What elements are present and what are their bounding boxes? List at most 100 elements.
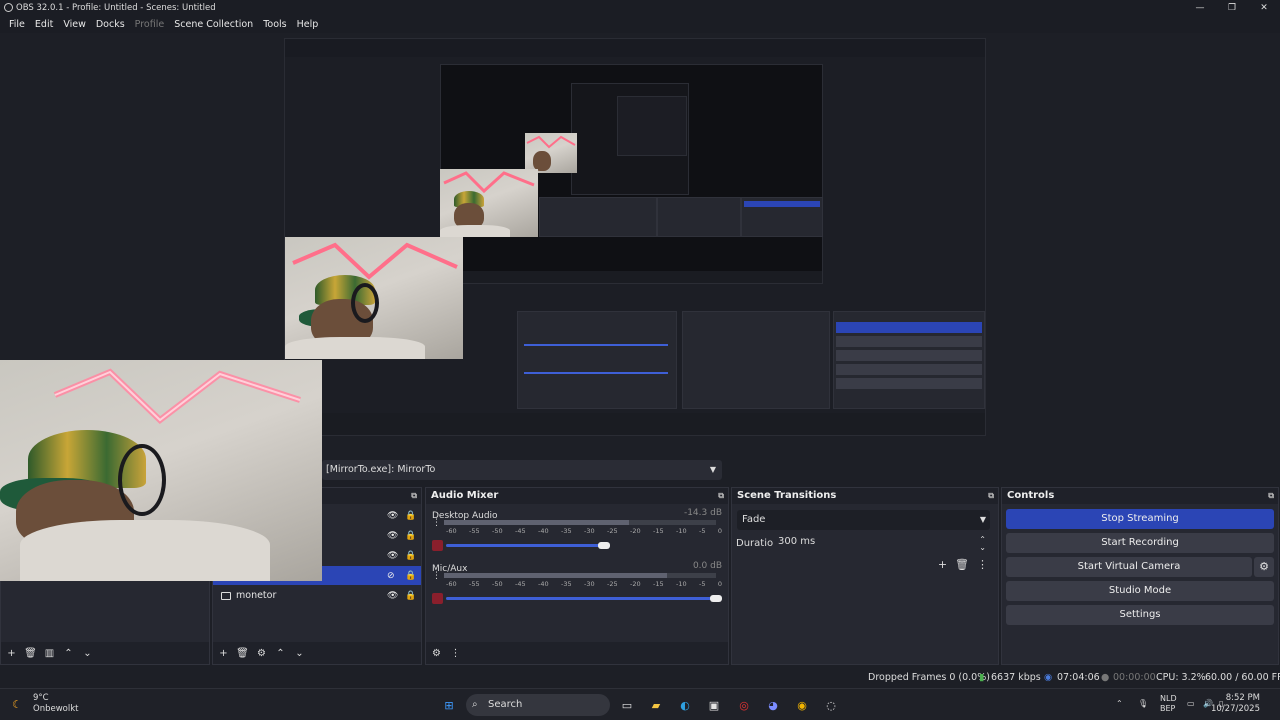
menu-view[interactable]: View bbox=[58, 19, 91, 30]
edge-icon[interactable]: ◐ bbox=[676, 696, 694, 714]
menu-help[interactable]: Help bbox=[292, 19, 324, 30]
transition-value: Fade bbox=[742, 514, 766, 525]
eye-icon[interactable]: 👁 bbox=[387, 551, 398, 561]
scene-transitions-title: Scene Transitions bbox=[737, 490, 837, 501]
stop-streaming-button[interactable]: Stop Streaming bbox=[1006, 509, 1274, 529]
microphone-icon[interactable]: 🎙 bbox=[1138, 699, 1148, 708]
lock-icon[interactable]: 🔒 bbox=[405, 591, 416, 601]
move-up-icon[interactable]: ⌃ bbox=[274, 647, 287, 660]
tick-label: -50 bbox=[492, 527, 503, 535]
source-select[interactable]: [MirrorTo.exe]: MirrorTo ▼ bbox=[322, 460, 722, 480]
lock-icon[interactable]: 🔒 bbox=[405, 531, 416, 541]
close-button[interactable]: ✕ bbox=[1248, 0, 1280, 15]
dock-popout-icon[interactable]: ⧉ bbox=[988, 488, 994, 504]
channel-menu-icon[interactable]: ⋮ bbox=[432, 518, 441, 528]
settings-button[interactable]: Settings bbox=[1006, 605, 1274, 625]
menu-scene-collection[interactable]: Scene Collection bbox=[169, 19, 258, 30]
store-icon[interactable]: ▣ bbox=[705, 696, 723, 714]
menu-edit[interactable]: Edit bbox=[30, 19, 58, 30]
move-up-icon[interactable]: ⌃ bbox=[62, 647, 75, 660]
source-row[interactable]: monetor 👁 🔒 bbox=[213, 586, 421, 605]
obs-taskbar-icon[interactable]: ◌ bbox=[822, 696, 840, 714]
maximize-button[interactable]: ❐ bbox=[1216, 0, 1248, 15]
volume-fader-knob[interactable] bbox=[710, 595, 722, 602]
mirror-app-icon[interactable]: ◎ bbox=[735, 696, 753, 714]
mute-microphone-icon[interactable] bbox=[432, 593, 443, 604]
nested-webcam-large bbox=[285, 237, 463, 359]
add-source-icon[interactable]: + bbox=[217, 647, 230, 660]
lock-icon[interactable]: 🔒 bbox=[405, 511, 416, 521]
minimize-button[interactable]: — bbox=[1184, 0, 1216, 15]
file-explorer-icon[interactable]: ▰ bbox=[647, 696, 665, 714]
nested-virtual-camera bbox=[836, 350, 982, 361]
tick-label: -50 bbox=[492, 580, 503, 588]
source-label: monetor bbox=[236, 590, 277, 601]
tick-label: -35 bbox=[561, 580, 572, 588]
language-indicator[interactable]: NLD BEP bbox=[1160, 694, 1177, 714]
network-icon[interactable]: ▭ bbox=[1187, 699, 1195, 708]
advanced-audio-icon[interactable]: ⚙ bbox=[430, 647, 443, 660]
menu-profile[interactable]: Profile bbox=[130, 19, 170, 30]
chrome-icon[interactable]: ◉ bbox=[793, 696, 811, 714]
source-properties-icon[interactable]: ⚙ bbox=[255, 647, 268, 660]
gear-icon[interactable]: ⚙ bbox=[1254, 557, 1274, 577]
lock-icon[interactable]: 🔒 bbox=[405, 571, 416, 581]
weather-widget[interactable]: 9°C Onbewolkt bbox=[33, 693, 78, 715]
tick-label: -40 bbox=[538, 527, 549, 535]
transition-select[interactable]: Fade ▼ bbox=[737, 510, 990, 530]
remove-scene-icon[interactable]: 🗑 bbox=[24, 647, 37, 660]
nested-start-recording bbox=[836, 336, 982, 347]
headset-icon bbox=[351, 283, 379, 323]
scene-filters-icon[interactable]: ▥ bbox=[43, 647, 56, 660]
lock-icon[interactable]: 🔒 bbox=[405, 551, 416, 561]
windows-start-icon[interactable]: ⊞ bbox=[440, 696, 458, 714]
menu-file[interactable]: File bbox=[4, 19, 30, 30]
tick-label: -20 bbox=[630, 527, 641, 535]
menu-docks[interactable]: Docks bbox=[91, 19, 130, 30]
dock-popout-icon[interactable]: ⧉ bbox=[718, 488, 724, 504]
mute-speaker-icon[interactable] bbox=[432, 540, 443, 551]
tick-label: -40 bbox=[538, 580, 549, 588]
remove-source-icon[interactable]: 🗑 bbox=[236, 647, 249, 660]
dock-popout-icon[interactable]: ⧉ bbox=[1268, 488, 1274, 504]
volume-fader[interactable] bbox=[446, 544, 604, 547]
tick-label: -30 bbox=[584, 527, 595, 535]
channel-menu-icon[interactable]: ⋮ bbox=[432, 571, 441, 581]
eye-icon[interactable]: 👁 bbox=[387, 511, 398, 521]
remove-transition-icon[interactable]: 🗑 bbox=[955, 558, 969, 571]
audio-mixer-toolbar: ⚙ ⋮ bbox=[426, 642, 728, 664]
volume-fader[interactable] bbox=[446, 597, 716, 600]
volume-fader-knob[interactable] bbox=[598, 542, 610, 549]
clock[interactable]: 8:52 PM 10/27/2025 bbox=[1211, 693, 1260, 715]
eye-icon[interactable]: 👁 bbox=[387, 531, 398, 541]
spin-down-icon[interactable]: ⌄ bbox=[979, 538, 986, 558]
discord-icon[interactable]: ◕ bbox=[764, 696, 782, 714]
mixer-menu-icon[interactable]: ⋮ bbox=[449, 647, 462, 660]
eye-icon[interactable]: 👁 bbox=[387, 591, 398, 601]
duration-value: 300 ms bbox=[778, 536, 816, 547]
preview-canvas[interactable] bbox=[284, 38, 986, 436]
nested-stop-button bbox=[744, 201, 820, 207]
taskbar-search[interactable]: ⌕ Search bbox=[466, 694, 610, 716]
transition-menu-icon[interactable]: ⋮ bbox=[977, 558, 988, 571]
tick-label: -15 bbox=[653, 580, 664, 588]
tick-label: -60 bbox=[446, 527, 457, 535]
start-recording-button[interactable]: Start Recording bbox=[1006, 533, 1274, 553]
menu-tools[interactable]: Tools bbox=[258, 19, 291, 30]
move-down-icon[interactable]: ⌄ bbox=[293, 647, 306, 660]
nested-settings bbox=[836, 378, 982, 389]
move-down-icon[interactable]: ⌄ bbox=[81, 647, 94, 660]
window-title: OBS 32.0.1 - Profile: Untitled - Scenes:… bbox=[16, 2, 216, 13]
duration-input[interactable]: 300 ms ⌃ ⌄ bbox=[773, 532, 990, 552]
add-transition-icon[interactable]: + bbox=[938, 558, 947, 571]
task-view-icon[interactable]: ▭ bbox=[618, 696, 636, 714]
tick-label: -30 bbox=[584, 580, 595, 588]
add-scene-icon[interactable]: + bbox=[5, 647, 18, 660]
dock-popout-icon[interactable]: ⧉ bbox=[411, 488, 417, 504]
nested-preview-3 bbox=[617, 96, 687, 156]
tray-chevron-icon[interactable]: ⌃ bbox=[1116, 699, 1123, 708]
start-virtual-camera-button[interactable]: Start Virtual Camera bbox=[1006, 557, 1252, 577]
studio-mode-button[interactable]: Studio Mode bbox=[1006, 581, 1274, 601]
search-label: Search bbox=[488, 699, 523, 710]
eye-hidden-icon[interactable]: ⊘ bbox=[387, 571, 395, 581]
